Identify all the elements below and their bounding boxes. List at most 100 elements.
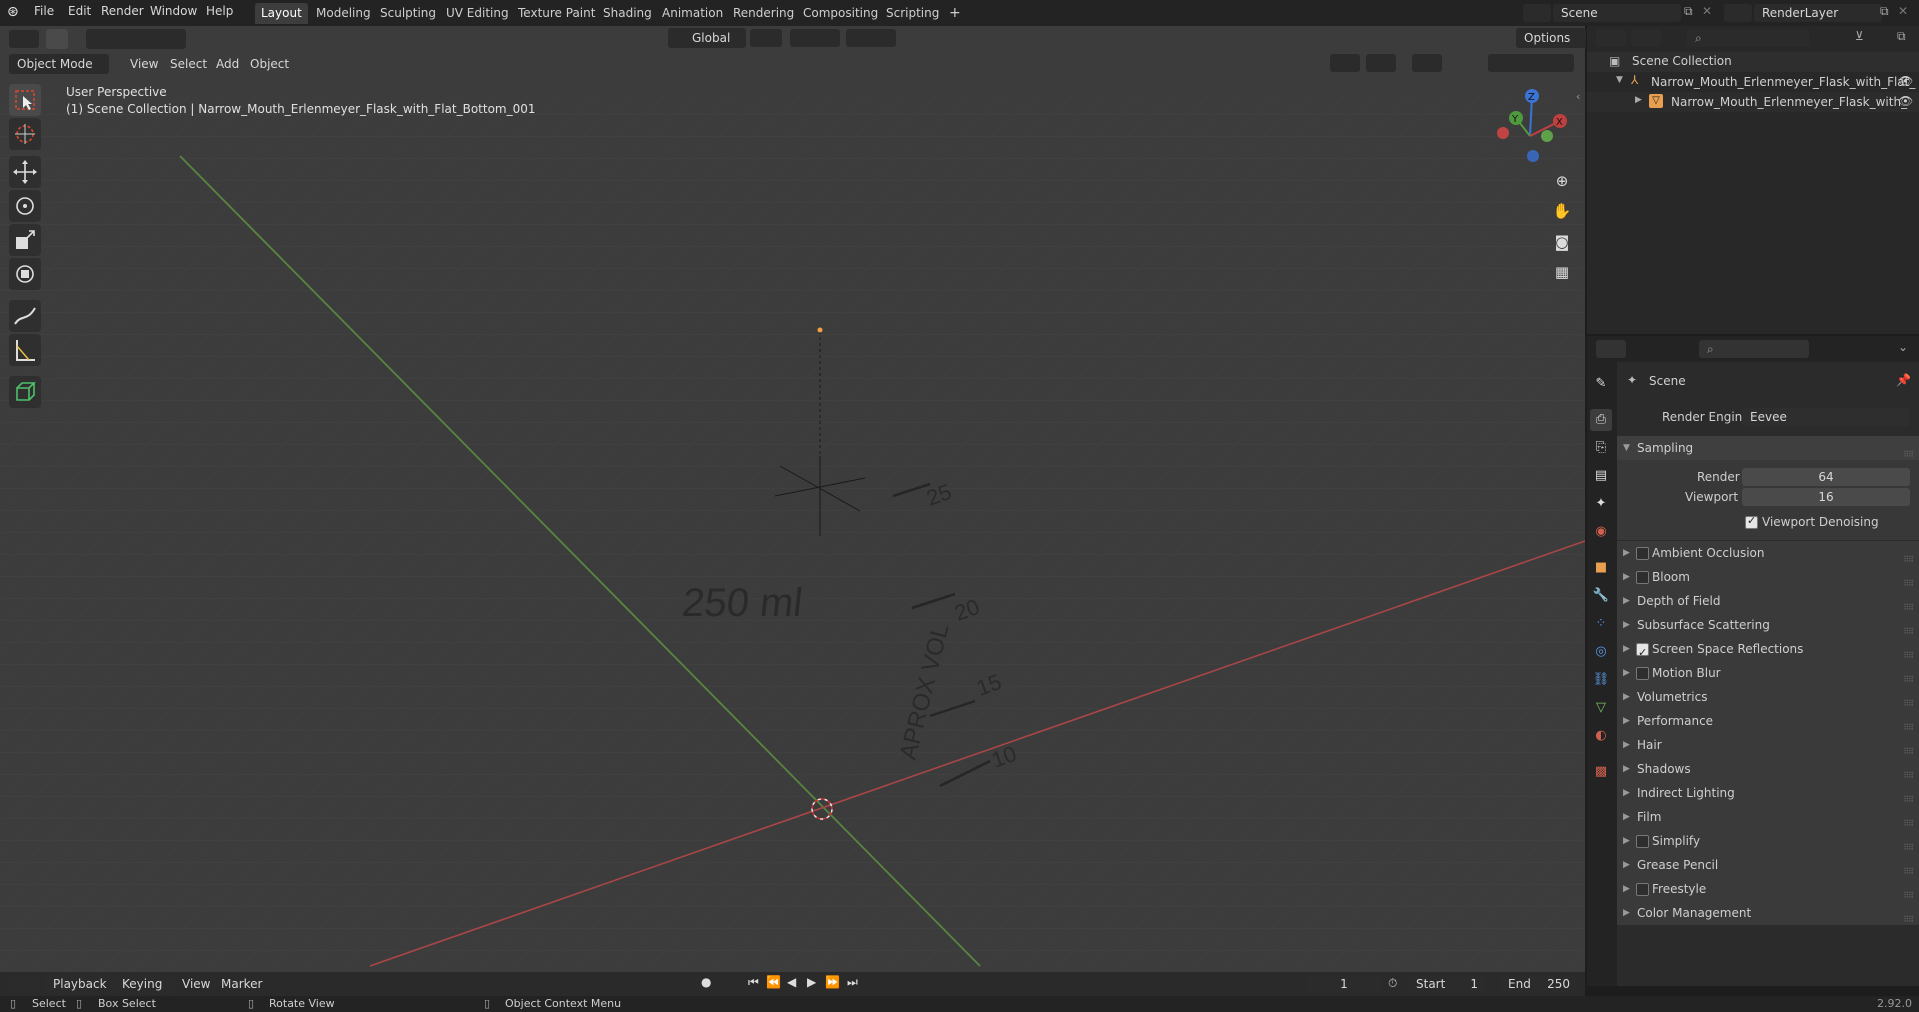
stopwatch-icon[interactable]: ⏱ — [1388, 976, 1397, 991]
timeline-menu-marker[interactable]: Marker — [221, 974, 262, 994]
menu-file[interactable]: File — [34, 4, 54, 18]
3d-viewport[interactable]: 250 ml APROX VOL 25 20 15 10 Z Y X User … — [0, 26, 1585, 986]
panel-enable-checkbox[interactable] — [1636, 835, 1649, 848]
panel-subsurface-scattering[interactable]: ▶ Subsurface Scattering ⠿⠿ — [1617, 613, 1919, 637]
overlay-toggle-icon[interactable] — [1412, 54, 1442, 72]
tab-animation[interactable]: Animation — [656, 3, 729, 24]
tab-scripting[interactable]: Scripting — [880, 3, 945, 24]
panel-enable-checkbox[interactable] — [1636, 547, 1649, 560]
texture-tab-icon[interactable]: ▩ — [1590, 761, 1612, 783]
rotate-tool[interactable] — [9, 190, 41, 222]
tab-shading[interactable]: Shading — [597, 3, 658, 24]
panel-enable-checkbox[interactable] — [1636, 571, 1649, 584]
add-workspace-button[interactable]: + — [943, 3, 967, 24]
tab-sculpting[interactable]: Sculpting — [374, 3, 442, 24]
jump-end-icon[interactable]: ⏭ — [847, 975, 858, 990]
filter-icon[interactable]: ⊻ — [1855, 29, 1864, 43]
timeline-editor-type-icon[interactable] — [9, 975, 39, 993]
end-frame-field[interactable]: End 250 — [1500, 975, 1578, 993]
outliner-editor-type-icon[interactable] — [1596, 29, 1626, 47]
playback-dropdown[interactable]: Playback — [45, 974, 121, 994]
panel-performance[interactable]: ▶ Performance ⠿⠿ — [1617, 709, 1919, 733]
panel-film[interactable]: ▶ Film ⠿⠿ — [1617, 805, 1919, 829]
transform-orientation-dropdown[interactable]: Global — [668, 28, 747, 48]
material-tab-icon[interactable]: ◐ — [1590, 725, 1612, 747]
tool-tab-icon[interactable]: ✎ — [1590, 373, 1612, 395]
measure-tool[interactable] — [9, 334, 41, 366]
selection-mode-buttons[interactable] — [86, 29, 186, 49]
tab-rendering[interactable]: Rendering — [727, 3, 800, 24]
panel-motion-blur[interactable]: ▶ Motion Blur ⠿⠿ — [1617, 661, 1919, 685]
perspective-toggle-icon[interactable]: ▦ — [1549, 259, 1575, 285]
editor-type-icon[interactable] — [9, 30, 39, 48]
constraints-tab-icon[interactable]: ⛓ — [1590, 669, 1612, 691]
view-layer-field[interactable]: RenderLayer — [1754, 4, 1882, 22]
proportional-edit-icon[interactable] — [846, 29, 896, 47]
move-tool[interactable] — [9, 156, 41, 188]
panel-ambient-occlusion[interactable]: ▶ Ambient Occlusion ⠿⠿ — [1617, 541, 1919, 565]
panel-shadows[interactable]: ▶ Shadows ⠿⠿ — [1617, 757, 1919, 781]
data-tab-icon[interactable]: ▽ — [1590, 697, 1612, 719]
cursor-tool[interactable] — [9, 118, 41, 150]
world-tab-icon[interactable]: ◉ — [1590, 521, 1612, 543]
zoom-icon[interactable]: ⊕ — [1549, 168, 1575, 194]
keying-dropdown[interactable]: Keying — [114, 974, 177, 994]
view-layer-remove-icon[interactable]: ✕ — [1898, 4, 1908, 18]
panel-depth-of-field[interactable]: ▶ Depth of Field ⠿⠿ — [1617, 589, 1919, 613]
outliner-search-input[interactable]: ⌕ — [1687, 29, 1809, 47]
select-mode-arrow-icon[interactable] — [46, 29, 68, 49]
viewport-samples-field[interactable]: 16 — [1742, 488, 1910, 506]
jump-start-icon[interactable]: ⏮ — [748, 975, 759, 990]
menu-window[interactable]: Window — [150, 4, 197, 18]
panel-screen-space-reflections[interactable]: ▶Screen Space Reflections⠿⠿ — [1617, 637, 1919, 665]
properties-search-input[interactable]: ⌕ — [1699, 340, 1809, 358]
visibility-icon[interactable] — [1330, 54, 1360, 72]
play-reverse-icon[interactable]: ◀ — [787, 975, 796, 989]
object-tab-icon[interactable]: ■ — [1590, 557, 1612, 579]
view-layer-tab-icon[interactable]: ▤ — [1590, 465, 1612, 487]
panel-sampling-header[interactable]: ▼ Sampling ⠿⠿ — [1617, 436, 1919, 460]
scene-new-icon[interactable]: ⧉ — [1684, 4, 1693, 19]
render-engine-dropdown[interactable]: Eevee — [1742, 408, 1910, 426]
record-icon[interactable]: ● — [701, 975, 711, 989]
transform-tool[interactable] — [9, 258, 41, 290]
panel-freestyle[interactable]: ▶ Freestyle ⠿⠿ — [1617, 877, 1919, 901]
shading-mode-icons[interactable] — [1488, 54, 1574, 72]
render-samples-field[interactable]: 64 — [1742, 468, 1910, 486]
view-layer-new-icon[interactable]: ⧉ — [1880, 4, 1889, 19]
panel-bloom[interactable]: ▶ Bloom ⠿⠿ — [1617, 565, 1919, 589]
tab-texture-paint[interactable]: Texture Paint — [512, 3, 601, 24]
menu-render[interactable]: Render — [101, 4, 144, 18]
snapping-icon[interactable] — [790, 29, 840, 47]
panel-color-management[interactable]: ▶ Color Management ⠿⠿ — [1617, 901, 1919, 925]
panel-grease-pencil[interactable]: ▶ Grease Pencil ⠿⠿ — [1617, 853, 1919, 877]
view-layer-browse-icon[interactable] — [1724, 4, 1752, 22]
camera-view-icon[interactable]: ◙ — [1549, 229, 1575, 255]
tab-layout[interactable]: Layout — [255, 3, 308, 24]
jump-keyframe-forward-icon[interactable]: ⏩ — [825, 975, 840, 989]
pin-icon[interactable]: 📌 — [1896, 373, 1911, 387]
scene-remove-icon[interactable]: ✕ — [1702, 4, 1712, 18]
tab-compositing[interactable]: Compositing — [797, 3, 884, 24]
start-frame-field[interactable]: Start 1 — [1408, 975, 1486, 993]
menu-edit[interactable]: Edit — [68, 4, 91, 18]
blender-logo-icon[interactable]: ⊛ — [7, 4, 19, 20]
outliner-root-row[interactable]: ▣ Scene Collection — [1587, 52, 1919, 72]
physics-tab-icon[interactable]: ◎ — [1590, 641, 1612, 663]
options-dropdown[interactable]: Options — [1516, 28, 1587, 48]
panel-enable-checkbox[interactable] — [1636, 667, 1649, 680]
gizmo-toggle-icon[interactable] — [1366, 54, 1396, 72]
menu-help[interactable]: Help — [206, 4, 233, 18]
scene-tab-icon[interactable]: ✦ — [1590, 493, 1612, 515]
panel-hair[interactable]: ▶ Hair ⠿⠿ — [1617, 733, 1919, 757]
panel-indirect-lighting[interactable]: ▶ Indirect Lighting ⠿⠿ — [1617, 781, 1919, 805]
tab-modeling[interactable]: Modeling — [310, 3, 377, 24]
pan-hand-icon[interactable]: ✋ — [1549, 198, 1575, 224]
viewport-menu-view[interactable]: View — [130, 54, 158, 74]
panel-enable-checkbox[interactable] — [1636, 641, 1649, 665]
viewport-menu-object[interactable]: Object — [250, 54, 289, 74]
properties-options-icon[interactable]: ⌄ — [1898, 340, 1908, 354]
expand-arrow-icon[interactable]: ▶ — [1635, 95, 1642, 105]
scene-name-field[interactable]: Scene — [1553, 4, 1681, 22]
outliner-display-mode-icon[interactable] — [1631, 29, 1661, 47]
